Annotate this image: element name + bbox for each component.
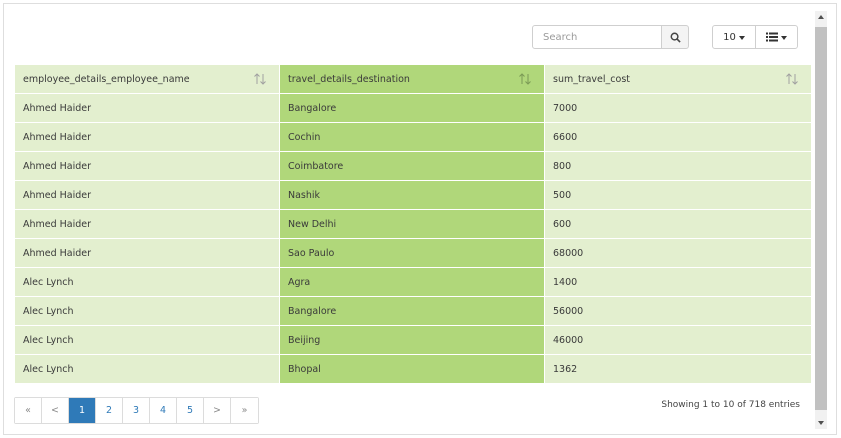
cell-employee-name: Alec Lynch	[14, 296, 280, 326]
column-header-label: employee_details_employee_name	[23, 73, 190, 85]
cell-travel-cost: 500	[544, 180, 812, 210]
search-icon	[670, 32, 681, 43]
page-size-value: 10	[723, 31, 736, 43]
cell-employee-name: Ahmed Haider	[14, 238, 280, 268]
table-row: Alec Lynch Beijing 46000	[14, 325, 812, 355]
cell-employee-name: Alec Lynch	[14, 267, 280, 297]
cell-travel-cost: 6600	[544, 122, 812, 152]
cell-travel-cost: 7000	[544, 93, 812, 123]
table-row: Ahmed Haider Sao Paulo 68000	[14, 238, 812, 268]
column-header-travel-cost[interactable]: sum_travel_cost	[544, 64, 812, 94]
caret-down-icon	[781, 36, 787, 40]
cell-employee-name: Ahmed Haider	[14, 209, 280, 239]
cell-travel-cost: 68000	[544, 238, 812, 268]
scrollbar-thumb[interactable]	[815, 27, 827, 410]
table-row: Alec Lynch Bangalore 56000	[14, 296, 812, 326]
cell-employee-name: Ahmed Haider	[14, 122, 280, 152]
cell-destination: Beijing	[279, 325, 545, 355]
cell-employee-name: Alec Lynch	[14, 325, 280, 355]
cell-destination: Sao Paulo	[279, 238, 545, 268]
list-icon	[766, 32, 778, 42]
sort-icon[interactable]	[518, 73, 532, 85]
cell-destination: Cochin	[279, 122, 545, 152]
cell-destination: Bangalore	[279, 93, 545, 123]
cell-employee-name: Ahmed Haider	[14, 93, 280, 123]
cell-destination: Nashik	[279, 180, 545, 210]
vertical-scrollbar[interactable]	[815, 11, 827, 429]
page-last-button[interactable]: »	[231, 398, 258, 423]
table-header-row: employee_details_employee_name travel_de…	[14, 64, 812, 94]
page-prev-button[interactable]: <	[42, 398, 69, 423]
sort-icon[interactable]	[253, 73, 267, 85]
page-button-4[interactable]: 4	[150, 398, 177, 423]
table-row: Alec Lynch Agra 1400	[14, 267, 812, 297]
cell-destination: Coimbatore	[279, 151, 545, 181]
entries-info: Showing 1 to 10 of 718 entries	[661, 400, 800, 410]
columns-toggle-button[interactable]	[755, 25, 798, 49]
column-header-label: travel_details_destination	[288, 73, 410, 85]
column-header-destination[interactable]: travel_details_destination	[279, 64, 545, 94]
cell-destination: Agra	[279, 267, 545, 297]
scroll-up-icon[interactable]	[818, 15, 824, 19]
cell-travel-cost: 56000	[544, 296, 812, 326]
search-input[interactable]	[532, 25, 662, 49]
page-button-1[interactable]: 1	[69, 398, 96, 423]
cell-employee-name: Alec Lynch	[14, 354, 280, 384]
cell-travel-cost: 1400	[544, 267, 812, 297]
cell-travel-cost: 800	[544, 151, 812, 181]
page-size-dropdown[interactable]: 10	[712, 25, 756, 49]
cell-travel-cost: 1362	[544, 354, 812, 384]
page-button-5[interactable]: 5	[177, 398, 204, 423]
cell-travel-cost: 600	[544, 209, 812, 239]
scroll-down-icon[interactable]	[818, 421, 824, 425]
table-row: Ahmed Haider New Delhi 600	[14, 209, 812, 239]
cell-destination: New Delhi	[279, 209, 545, 239]
page-button-2[interactable]: 2	[96, 398, 123, 423]
table-row: Ahmed Haider Coimbatore 800	[14, 151, 812, 181]
column-header-employee-name[interactable]: employee_details_employee_name	[14, 64, 280, 94]
cell-destination: Bangalore	[279, 296, 545, 326]
table-row: Ahmed Haider Cochin 6600	[14, 122, 812, 152]
page-button-3[interactable]: 3	[123, 398, 150, 423]
page-first-button[interactable]: «	[15, 398, 42, 423]
table-row: Alec Lynch Bhopal 1362	[14, 354, 812, 384]
column-header-label: sum_travel_cost	[553, 73, 630, 85]
search-button[interactable]	[661, 25, 689, 49]
caret-down-icon	[738, 36, 745, 40]
page-next-button[interactable]: >	[204, 398, 231, 423]
cell-employee-name: Ahmed Haider	[14, 151, 280, 181]
table-row: Ahmed Haider Bangalore 7000	[14, 93, 812, 123]
cell-destination: Bhopal	[279, 354, 545, 384]
pagination: « < 1 2 3 4 5 > »	[14, 397, 259, 424]
cell-employee-name: Ahmed Haider	[14, 180, 280, 210]
cell-travel-cost: 46000	[544, 325, 812, 355]
table-row: Ahmed Haider Nashik 500	[14, 180, 812, 210]
sort-icon[interactable]	[785, 73, 799, 85]
data-table: employee_details_employee_name travel_de…	[14, 64, 812, 384]
